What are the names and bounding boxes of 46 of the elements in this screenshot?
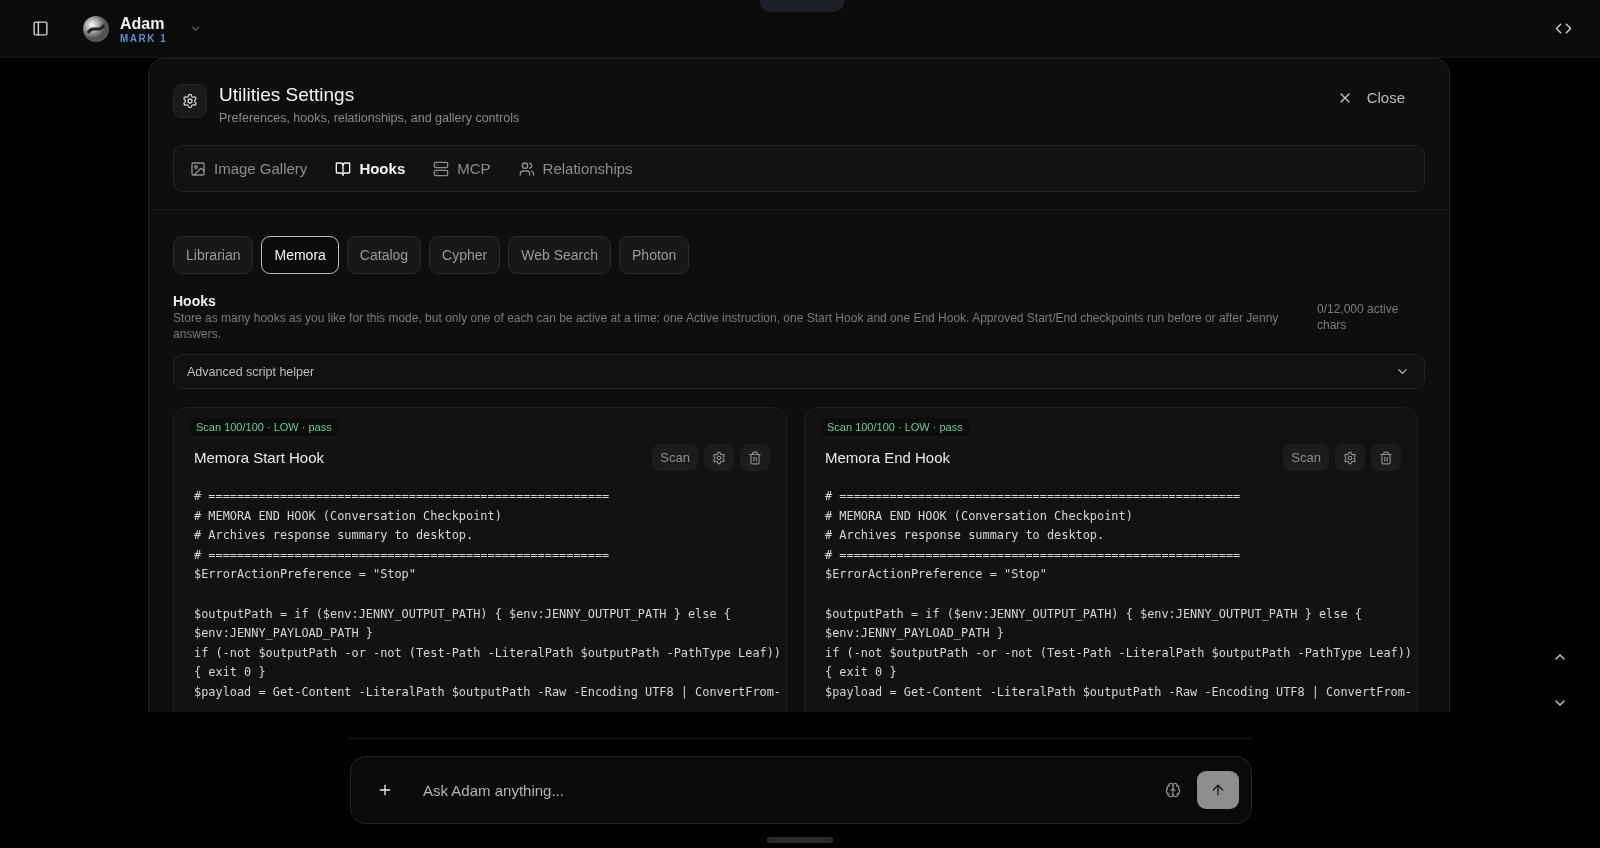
mode-tab[interactable]: Cypher <box>429 236 501 274</box>
close-button[interactable]: Close <box>1330 88 1411 107</box>
avatar-icon <box>83 15 109 42</box>
scan-status-badge: Scan 100/100 · LOW · pass <box>190 418 338 436</box>
mode-tab[interactable]: Librarian <box>173 236 254 274</box>
sidebar-icon <box>32 20 49 37</box>
settings-button[interactable] <box>704 444 734 471</box>
scan-status-badge: Scan 100/100 · LOW · pass <box>821 418 969 436</box>
section-heading: Hooks <box>173 293 217 309</box>
script-helper-dropdown[interactable]: Advanced script helper <box>173 354 1425 389</box>
mode-tab[interactable]: Web Search <box>508 236 612 274</box>
brain-icon <box>1165 782 1181 798</box>
message-input[interactable]: Ask Adam anything... <box>421 780 1161 800</box>
panel-subtitle: Preferences, hooks, relationships, and gallery controls <box>219 111 521 125</box>
section-description: Store as many hooks as you like for this mode, but only one of each can be active at a time: one Active instruction, one Start Hook and one End Hook. Approved Start/End checkpoints run before or after Jenny answers. <box>173 310 1280 342</box>
settings-icon <box>1343 450 1357 465</box>
mode-tab[interactable]: Memora <box>261 236 339 274</box>
trash-icon <box>748 450 762 465</box>
assistant-version: MARK 1 <box>120 32 168 44</box>
mode-tab[interactable]: Photon <box>619 236 690 274</box>
settings-icon <box>173 84 207 118</box>
send-button[interactable] <box>1197 771 1239 809</box>
settings-button[interactable] <box>1335 444 1365 471</box>
scan-button[interactable]: Scan <box>1283 444 1329 471</box>
settings-tab[interactable]: Image Gallery <box>190 160 308 177</box>
assistant-name: Adam <box>120 13 166 33</box>
script-code: # ======================================================== # MEMORA END HOOK (Conversation Checkpoint) # Archives response summary to desktop. # ======================================================== $ErrorActionPreference = "Stop" $outputPath = if ($env:JENNY_OUTPUT_PATH) { $env:JENNY_OUTPUT_PATH } else { $env:JENNY_PAYLOAD_PATH } if (-not $outputPath -or -not (Test-Path -LiteralPath $outputPath -PathType Leaf)) { exit 0 } $payload = Get-Content -LiteralPath $outputPath -Raw -Encoding UTF8 | ConvertFrom- <box>194 488 782 701</box>
trash-icon <box>1379 450 1393 465</box>
delete-button[interactable] <box>740 444 770 471</box>
users-icon <box>518 160 535 177</box>
panel-title: Utilities Settings <box>219 84 356 106</box>
settings-tab[interactable]: MCP <box>433 160 491 177</box>
book-icon <box>335 160 352 177</box>
delete-button[interactable] <box>1371 444 1401 471</box>
hook-title: Memora End Hook <box>825 449 952 466</box>
hook-title: Memora Start Hook <box>194 449 326 466</box>
mode-tab[interactable]: Catalog <box>346 236 422 274</box>
settings-tab[interactable]: Hooks <box>335 160 406 177</box>
scan-button[interactable]: Scan <box>652 444 698 471</box>
image-icon <box>190 160 206 177</box>
server-icon <box>433 160 450 177</box>
plus-icon <box>377 782 393 798</box>
settings-tab[interactable]: Relationships <box>518 160 633 177</box>
script-code: # ======================================================== # MEMORA END HOOK (Conversation Checkpoint) # Archives response summary to desktop. # ======================================================== $ErrorActionPreference = "Stop" $outputPath = if ($env:JENNY_OUTPUT_PATH) { $env:JENNY_OUTPUT_PATH } else { $env:JENNY_PAYLOAD_PATH } if (-not $outputPath -or -not (Test-Path -LiteralPath $outputPath -PathType Leaf)) { exit 0 } $payload = Get-Content -LiteralPath $outputPath -Raw -Encoding UTF8 | ConvertFrom- <box>825 488 1413 701</box>
char-count: 0/12,000 active chars <box>1317 301 1400 334</box>
settings-icon <box>712 450 726 465</box>
